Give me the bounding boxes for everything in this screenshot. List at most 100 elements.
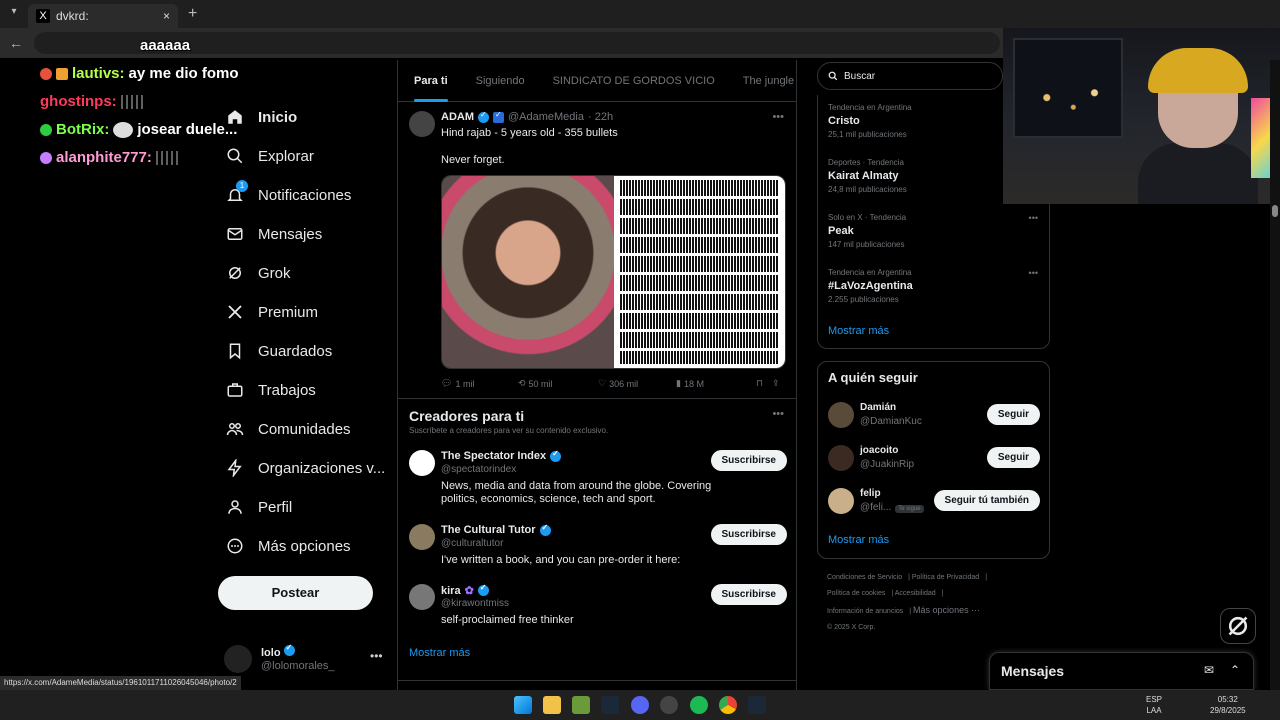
creators-subtitle: Suscríbete a creadores para ver su conte… [409,426,609,435]
tweet[interactable]: ADAM @AdameMedia · 22h ••• Hind rajab - … [398,103,796,399]
tab-sindicato[interactable]: SINDICATO DE GORDOS VICIO [553,75,715,87]
file-explorer-icon[interactable] [543,696,561,714]
follow-suggestion[interactable]: joacoito @JuakinRip Seguir [828,443,1040,473]
page-scrollbar[interactable] [1270,60,1280,690]
steam-icon[interactable] [601,696,619,714]
tab-the-jungle[interactable]: The jungle [743,75,794,87]
retweet-button[interactable]: ⟲ 50 mil [518,378,598,389]
language-indicator[interactable]: ESP LAA [1146,694,1162,716]
tweet-time[interactable]: · 22h [588,111,613,123]
bookmark-button[interactable]: ⊓ [756,378,772,389]
expand-icon[interactable]: ⌃ [1230,663,1240,677]
who-show-more-link[interactable]: Mostrar más [828,534,889,546]
trends-show-more-link[interactable]: Mostrar más [828,325,889,337]
timeline-tabs: Para ti Siguiendo SINDICATO DE GORDOS VI… [398,60,796,102]
sidebar-item-mas-opciones[interactable]: Más opciones [226,537,351,555]
post-button[interactable]: Postear [218,576,373,610]
sidebar-item-premium[interactable]: Premium [226,303,318,321]
follow-button[interactable]: Seguir [986,447,1040,468]
creators-more-icon[interactable]: ••• [772,408,784,420]
follow-button[interactable]: Seguir [986,404,1040,425]
follow-suggestion[interactable]: Damián @DamianKuc Seguir [828,400,1040,430]
media-photo-bullets[interactable] [614,176,785,368]
trend-item[interactable]: Solo en X · Tendencia Peak 147 mil publi… [828,213,1038,249]
tweet-author-name[interactable]: ADAM [441,111,474,123]
scrollbar-thumb[interactable] [1272,205,1278,217]
creator-name: kira ✿ [441,583,489,597]
minecraft-icon[interactable] [572,696,590,714]
tab-search-icon[interactable]: ▾ [6,6,22,22]
avatar [828,445,854,471]
subscribe-button[interactable]: Suscribirse [710,584,787,605]
sidebar-item-mensajes[interactable]: Mensajes [226,225,322,243]
tweet-media[interactable] [441,175,786,369]
footer-link[interactable]: Accesibilidad [895,590,936,597]
like-button[interactable]: ♡ 306 mil [598,378,676,389]
footer-link[interactable]: Condiciones de Servicio [827,574,902,581]
chat-message: aaaaaa [140,37,191,54]
spotify-icon[interactable] [690,696,708,714]
close-tab-icon[interactable]: × [163,9,170,23]
retweet-icon: ⟲ [518,378,526,388]
discord-icon[interactable] [631,696,649,714]
chat-username: BotRix: [56,121,110,138]
follow-back-button[interactable]: Seguir tú también [933,490,1040,511]
sidebar-item-notificaciones[interactable]: 1 Notificaciones [226,180,351,204]
creator-bio: self-proclaimed free thinker [441,614,574,626]
sidebar-item-inicio[interactable]: Inicio [226,108,297,126]
steam-icon-2[interactable] [748,696,766,714]
sidebar-item-guardados[interactable]: Guardados [226,342,332,360]
footer-link[interactable]: Información de anuncios [827,608,903,615]
sidebar-item-grok[interactable]: Grok [226,264,291,282]
sidebar-item-label: Premium [258,303,319,321]
layout-code: LAA [1146,706,1162,715]
media-photo-girl[interactable] [442,176,614,368]
next-section-divider [398,680,796,690]
chat-username: ghostinps: [40,93,117,110]
obs-icon[interactable] [660,696,678,714]
suggestion-handle: @DamianKuc [860,416,922,427]
views-button[interactable]: ▮ 18 M [676,378,756,389]
trend-item[interactable]: Tendencia en Argentina #LaVozAgentina 2.… [828,268,1038,304]
search-input[interactable]: Buscar [817,62,1003,90]
tab-para-ti[interactable]: Para ti [414,75,448,102]
subscribe-button[interactable]: Suscribirse [710,524,787,545]
more-icon[interactable]: ••• [370,649,383,663]
sidebar-item-trabajos[interactable]: Trabajos [226,381,316,399]
creators-show-more-link[interactable]: Mostrar más [409,647,470,659]
tab-siguiendo[interactable]: Siguiendo [476,75,525,87]
trend-more-icon[interactable]: ••• [1029,268,1038,278]
avatar[interactable] [409,111,435,137]
chat-username: alanphite777: [56,149,152,166]
back-icon[interactable]: ← [8,35,24,51]
grok-floating-button[interactable] [1220,608,1256,644]
bolt-icon [227,459,242,477]
tweet-more-icon[interactable]: ••• [772,111,784,123]
avatar [224,645,252,673]
clock[interactable]: 05:32 29/8/2025 [1210,694,1246,716]
timeline: Para ti Siguiendo SINDICATO DE GORDOS VI… [397,60,797,690]
new-message-icon[interactable]: ✉ [1204,663,1214,677]
briefcase-icon [227,383,243,397]
chrome-icon[interactable] [719,696,737,714]
sidebar-item-comunidades[interactable]: Comunidades [226,420,351,438]
footer-link[interactable]: Política de cookies [827,590,885,597]
messages-drawer[interactable]: Mensajes ✉ ⌃ [989,652,1254,690]
new-tab-button[interactable]: + [188,5,197,23]
follow-suggestion[interactable]: felip @feli... Te sigue Seguir tú también [828,486,1040,516]
share-button[interactable]: ⇪ [772,378,780,389]
footer-link[interactable]: Más opciones ··· [913,605,980,615]
account-switcher[interactable]: lolo @lolomorales_ ••• [218,643,388,675]
subscribe-button[interactable]: Suscribirse [710,450,787,471]
sidebar-item-perfil[interactable]: Perfil [226,498,292,516]
trend-more-icon[interactable]: ••• [1029,213,1038,223]
sidebar-item-label: Organizaciones v... [258,459,386,477]
tweet-author-handle[interactable]: @AdameMedia [508,111,584,123]
footer-link[interactable]: Política de Privacidad [912,574,979,581]
browser-tab[interactable]: X dvkrd: × [28,4,178,28]
start-icon[interactable] [514,696,532,714]
sidebar-item-explorar[interactable]: Explorar [226,147,314,165]
sidebar-item-organizaciones[interactable]: Organizaciones v... [226,459,385,477]
creator-name: The Spectator Index [441,449,562,462]
reply-button[interactable]: 💬︎ 1 mil [441,378,518,389]
